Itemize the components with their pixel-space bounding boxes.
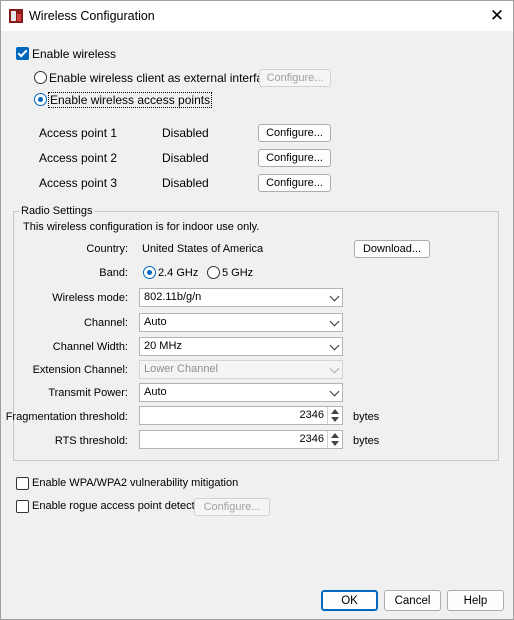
transmit-power-value: Auto	[144, 386, 167, 398]
access-point-2-configure-button[interactable]: Configure...	[258, 149, 331, 167]
rts-unit: bytes	[353, 435, 380, 447]
wpa-mitigation-checkbox[interactable]	[16, 477, 29, 490]
rogue-ap-configure-button[interactable]: Configure...	[194, 498, 270, 516]
enable-wireless-label: Enable wireless	[32, 47, 117, 61]
close-icon[interactable]: ✕	[485, 5, 509, 27]
access-points-mode-label: Enable wireless access points	[48, 92, 213, 108]
spin-up-icon[interactable]	[331, 433, 339, 438]
rogue-ap-checkbox[interactable]	[16, 500, 29, 513]
title-bar: Wireless Configuration ✕	[1, 1, 513, 31]
wireless-mode-label: Wireless mode:	[52, 292, 128, 304]
fragmentation-threshold-label: Fragmentation threshold:	[5, 411, 128, 423]
radio-settings-title: Radio Settings	[19, 205, 95, 217]
client-mode-label: Enable wireless client as external inter…	[49, 71, 276, 85]
spin-up-icon[interactable]	[331, 409, 339, 414]
access-point-1-name: Access point 1	[39, 126, 118, 140]
access-point-3-status: Disabled	[162, 176, 209, 190]
extension-channel-select[interactable]: Lower Channel	[139, 360, 343, 379]
channel-value: Auto	[144, 316, 167, 328]
access-point-3-configure-button[interactable]: Configure...	[258, 174, 331, 192]
transmit-power-label: Transmit Power:	[48, 387, 128, 399]
band-5ghz-radio[interactable]	[207, 266, 220, 279]
wireless-mode-select[interactable]: 802.11b/g/n	[139, 288, 343, 307]
rogue-ap-label: Enable rogue access point detection	[32, 500, 210, 512]
country-label: Country:	[86, 243, 128, 255]
access-point-1-configure-button[interactable]: Configure...	[258, 124, 331, 142]
access-point-2-status: Disabled	[162, 151, 209, 165]
spin-buttons[interactable]	[327, 431, 342, 448]
extension-channel-label: Extension Channel:	[32, 364, 128, 376]
rts-threshold-stepper[interactable]: 2346	[139, 430, 343, 449]
channel-select[interactable]: Auto	[139, 313, 343, 332]
wpa-mitigation-label: Enable WPA/WPA2 vulnerability mitigation	[32, 477, 239, 489]
ok-button[interactable]: OK	[321, 590, 378, 611]
chevron-down-icon	[329, 363, 340, 374]
access-point-1-status: Disabled	[162, 126, 209, 140]
extension-channel-value: Lower Channel	[144, 363, 218, 375]
access-points-mode-radio[interactable]	[34, 93, 47, 106]
fragmentation-threshold-value: 2346	[299, 409, 324, 421]
help-button[interactable]: Help	[447, 590, 504, 611]
rts-threshold-label: RTS threshold:	[54, 435, 128, 447]
band-label: Band:	[99, 267, 128, 279]
app-icon	[9, 9, 23, 23]
channel-width-select[interactable]: 20 MHz	[139, 337, 343, 356]
channel-label: Channel:	[83, 317, 128, 329]
spin-buttons[interactable]	[327, 407, 342, 424]
country-value: United States of America	[142, 243, 264, 255]
enable-wireless-checkbox[interactable]	[16, 47, 29, 60]
chevron-down-icon	[329, 386, 340, 397]
band-24ghz-label: 2.4 GHz	[158, 267, 199, 279]
client-mode-radio[interactable]	[34, 71, 47, 84]
chevron-down-icon	[329, 340, 340, 351]
band-5ghz-label: 5 GHz	[222, 267, 254, 279]
client-configure-button[interactable]: Configure...	[259, 69, 331, 87]
wireless-mode-value: 802.11b/g/n	[144, 291, 202, 303]
spin-down-icon[interactable]	[331, 441, 339, 446]
access-point-3-name: Access point 3	[39, 176, 118, 190]
fragmentation-unit: bytes	[353, 411, 380, 423]
fragmentation-threshold-stepper[interactable]: 2346	[139, 406, 343, 425]
transmit-power-select[interactable]: Auto	[139, 383, 343, 402]
window-title: Wireless Configuration	[29, 9, 155, 23]
chevron-down-icon	[329, 316, 340, 327]
band-24ghz-radio[interactable]	[143, 266, 156, 279]
wireless-configuration-dialog: Wireless Configuration ✕ Enable wireless…	[0, 0, 514, 620]
indoor-use-notice: This wireless configuration is for indoo…	[23, 221, 260, 233]
cancel-button[interactable]: Cancel	[384, 590, 441, 611]
download-button[interactable]: Download...	[354, 240, 430, 258]
channel-width-label: Channel Width:	[52, 341, 128, 353]
spin-down-icon[interactable]	[331, 417, 339, 422]
access-point-2-name: Access point 2	[39, 151, 118, 165]
channel-width-value: 20 MHz	[144, 340, 182, 352]
rts-threshold-value: 2346	[299, 433, 324, 445]
chevron-down-icon	[329, 291, 340, 302]
